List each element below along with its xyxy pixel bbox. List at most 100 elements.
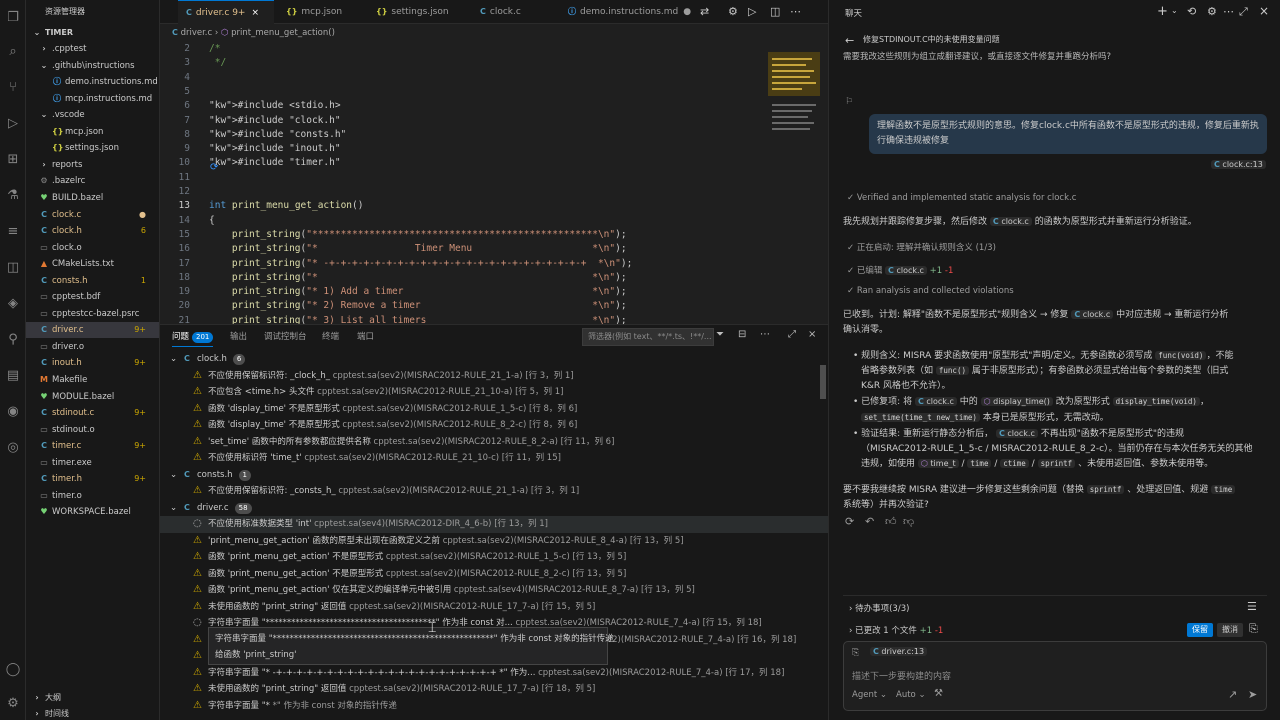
todo-list-icon[interactable]: ☰ — [1247, 600, 1257, 613]
folder-root[interactable]: ⌄ TIMER — [26, 25, 159, 41]
problem-row[interactable]: ◌ 不应使用标准数据类型 'int' cpptest.sa(sev4)(MISRA… — [160, 516, 828, 533]
maximize-icon[interactable]: ⤢ — [788, 329, 796, 340]
problem-row[interactable]: ⚠ 字符串字面量 "* -+-+-+-+-+-+-+-+-+-+-+-+-+-+-… — [160, 665, 828, 682]
split-editor-icon[interactable]: ◫ — [770, 0, 780, 24]
outline-section[interactable]: › 大纲 — [26, 690, 159, 706]
explorer-item[interactable]: Cstdinout.c 9+ — [26, 405, 159, 421]
explorer-icon[interactable]: ❐ — [3, 8, 23, 28]
code-lens-icon[interactable]: ⟳ — [210, 162, 218, 173]
remote-icon[interactable]: ◫ — [3, 258, 23, 278]
tab-ports[interactable]: 端口 — [357, 330, 374, 342]
more-actions-icon[interactable]: ⋯ — [790, 0, 801, 24]
flask-icon[interactable]: ⚲ — [3, 330, 23, 350]
explorer-item[interactable]: Cconsts.h 1 — [26, 273, 159, 289]
explorer-item[interactable]: Ctimer.c 9+ — [26, 438, 159, 454]
explorer-item[interactable]: ▭ stdinout.o — [26, 422, 159, 438]
docker-icon[interactable]: ◈ — [3, 294, 23, 314]
tab-problems[interactable]: 问题 201 — [172, 330, 214, 347]
close-icon[interactable]: × — [251, 8, 259, 18]
minimap[interactable] — [768, 42, 820, 324]
run-debug-icon[interactable]: ▷ — [3, 114, 23, 134]
explorer-item[interactable]: {} mcp.json — [26, 124, 159, 140]
step-edited[interactable]: ✓ 已编辑 C clock.c +1 -1 — [847, 264, 953, 276]
thumbs-up-icon[interactable]: 👍︎ — [885, 515, 897, 528]
filter-input[interactable]: 筛选器(例如 text、**/*.ts、!**/... — [582, 328, 714, 346]
model-dropdown[interactable]: Auto ⌄ — [896, 690, 926, 700]
history-icon[interactable]: ⟲ — [1187, 5, 1196, 18]
search-icon[interactable]: ⌕ — [3, 42, 23, 62]
explorer-item[interactable]: ▲ CMakeLists.txt — [26, 256, 159, 272]
explorer-item[interactable]: ⚙ .bazelrc — [26, 173, 159, 189]
keep-button[interactable]: 保留 — [1187, 623, 1213, 637]
explorer-item[interactable]: Cinout.h 9+ — [26, 355, 159, 371]
extensions-icon[interactable]: ⊞ — [3, 150, 23, 170]
source-control-icon[interactable]: ⑂ — [3, 78, 23, 98]
timeline-section[interactable]: › 时间线 — [26, 706, 159, 720]
explorer-item[interactable]: Ctimer.h 9+ — [26, 471, 159, 487]
problem-row[interactable]: ⚠ 不应使用标识符 'time_t' cpptest.sa(sev2)(MISRA… — [160, 450, 828, 467]
problem-group[interactable]: ⌄ Cdriver.c 58 — [160, 500, 828, 517]
mode-dropdown[interactable]: Agent ⌄ — [852, 690, 887, 700]
stack-icon[interactable]: ≡ — [3, 222, 23, 242]
explorer-item[interactable]: ▭ clock.o — [26, 240, 159, 256]
explorer-item[interactable]: › .cpptest — [26, 41, 159, 57]
context-file-chip[interactable]: C driver.c:13 — [870, 647, 928, 656]
thumbs-down-icon[interactable]: 👎︎ — [903, 515, 914, 528]
tab-settings-json[interactable]: {} settings.json — [368, 0, 468, 24]
changed-files-section[interactable]: › 已更改 1 个文件 +1 -1 保留 撤消 ⎘ — [843, 619, 1267, 641]
tab-mcp-json[interactable]: {} mcp.json — [278, 0, 364, 24]
problem-row[interactable]: ⚠ 函数 'print_menu_get_action' 不是原型形式 cppte… — [160, 549, 828, 566]
explorer-item[interactable]: {} settings.json — [26, 140, 159, 156]
close-icon[interactable]: × — [1259, 4, 1269, 18]
problem-row[interactable]: ⚠ 函数 'print_menu_get_action' 不是原型形式 cppte… — [160, 566, 828, 583]
explorer-item[interactable]: ⓘ mcp.instructions.md — [26, 91, 159, 107]
more-actions-icon[interactable]: ⋯ — [1223, 5, 1234, 18]
problem-group[interactable]: ⌄ Cconsts.h 1 — [160, 467, 828, 484]
compare-icon[interactable]: ⇄ — [700, 0, 709, 24]
problem-row[interactable]: ⚠ 未使用函数的 "print_string" 返回值 cpptest.sa(se… — [160, 599, 828, 616]
run-icon[interactable]: ▷ — [748, 0, 756, 24]
problem-group[interactable]: ⌄ Cclock.h 6 — [160, 351, 828, 368]
tab-demo-instructions[interactable]: ⓘ demo.instructions.md ● — [560, 0, 691, 24]
explorer-item[interactable]: Cclock.c ● — [26, 207, 159, 223]
explorer-item[interactable]: Cclock.h 6 — [26, 223, 159, 239]
undo-button[interactable]: 撤消 — [1217, 623, 1243, 637]
explorer-item[interactable]: ♥ WORKSPACE.bazel — [26, 504, 159, 520]
code-editor[interactable]: 2/* 3 */4 5 6 "kw">#include <stdio.h> 7 "kw">#… — [160, 42, 828, 324]
chat-icon[interactable]: ◎ — [3, 438, 23, 458]
problem-row[interactable]: ⚠ 未使用函数的 "print_string" 返回值 cpptest.sa(se… — [160, 681, 828, 698]
problem-row[interactable]: ⚠ 'set_time' 函数中的所有参数都应提供名称 cpptest.sa(se… — [160, 434, 828, 451]
chat-input-box[interactable]: ⎘ C driver.c:13 描述下一步要构建的内容 Agent ⌄ Auto… — [843, 641, 1267, 711]
problem-row[interactable]: ⚠ 字符串字面量 "* *" 作为非 const 对象的指针传递 — [160, 698, 828, 715]
view-more-icon[interactable]: ⋯ — [760, 329, 770, 340]
gear-icon[interactable]: ⚙ — [1207, 5, 1217, 18]
collapse-all-icon[interactable]: ⊟ — [738, 329, 746, 340]
testing-icon[interactable]: ⚗ — [3, 186, 23, 206]
scrollbar-thumb[interactable] — [820, 365, 826, 399]
explorer-item[interactable]: ▭ cpptest.bdf — [26, 289, 159, 305]
step-starting[interactable]: ✓ 正在启动: 理解并确认规则含义 (1/3) — [847, 241, 996, 253]
explorer-item[interactable]: ⓘ demo.instructions.md — [26, 74, 159, 90]
manage-gear-icon[interactable]: ⚙ — [3, 694, 23, 714]
step-ran-analysis[interactable]: ✓ Ran analysis and collected violations — [847, 286, 1014, 296]
close-panel-icon[interactable]: × — [808, 329, 816, 340]
breadcrumb-file[interactable]: driver.c — [181, 28, 213, 38]
tools-icon[interactable]: ⚒ — [934, 688, 943, 699]
undo-icon[interactable]: ↶ — [865, 515, 874, 528]
account-icon[interactable]: ◯ — [3, 660, 23, 680]
back-arrow-icon[interactable]: ← — [845, 34, 854, 47]
explorer-item[interactable]: ▭ driver.o — [26, 339, 159, 355]
robot-icon[interactable]: ◉ — [3, 402, 23, 422]
tab-driver-c[interactable]: Cdriver.c 9+ × — [178, 0, 274, 24]
problem-row[interactable]: ⚠ 'print_menu_get_action' 函数的原型未出现在函数定义之前… — [160, 533, 828, 550]
bookmark-icon[interactable]: ⚐ — [845, 97, 853, 107]
problem-row[interactable]: ⚠ 不应使用保留标识符: _consts_h_ cpptest.sa(sev2)(… — [160, 483, 828, 500]
user-file-ref[interactable]: C clock.c:13 — [1211, 160, 1266, 169]
attach-icon[interactable]: ⎘ — [852, 648, 859, 658]
retry-icon[interactable]: ⟳ — [845, 515, 854, 528]
chat-input[interactable]: 描述下一步要构建的内容 — [852, 669, 951, 682]
tab-debug-console[interactable]: 调试控制台 — [264, 330, 307, 342]
explorer-item[interactable]: ♥ MODULE.bazel — [26, 389, 159, 405]
step-verified[interactable]: ✓ Verified and implemented static analys… — [847, 193, 1076, 203]
tab-output[interactable]: 输出 — [230, 330, 247, 342]
